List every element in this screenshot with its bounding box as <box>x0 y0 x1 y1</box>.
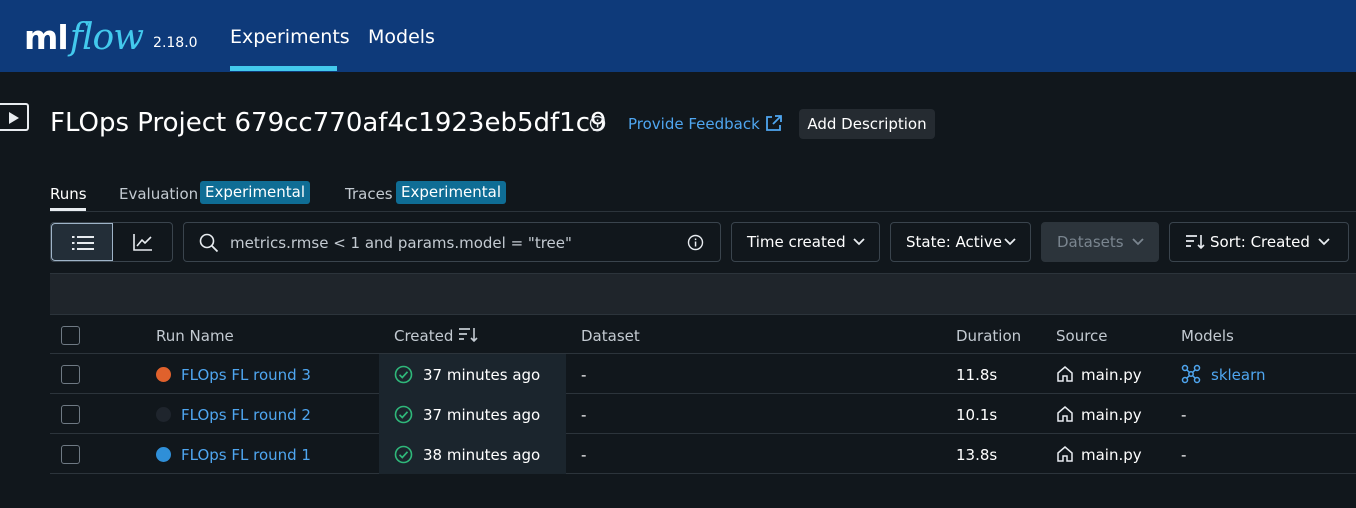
column-source[interactable]: Source <box>1056 327 1108 345</box>
model-link[interactable]: sklearn <box>1211 366 1266 384</box>
state-label: State: Active <box>906 233 1002 251</box>
tab-runs[interactable]: Runs <box>50 185 87 203</box>
model-icon <box>1181 364 1201 384</box>
dataset-value: - <box>581 366 587 384</box>
model-value: - <box>1181 446 1187 464</box>
table-row[interactable]: FLOps FL round 1 38 minutes ago - 13.8s … <box>50 434 1356 474</box>
sort-icon <box>1186 235 1205 250</box>
chevron-down-icon <box>1132 238 1144 246</box>
run-color-dot[interactable] <box>156 447 171 462</box>
row-checkbox[interactable] <box>61 405 80 424</box>
info-icon[interactable] <box>589 115 606 132</box>
column-models[interactable]: Models <box>1181 327 1234 345</box>
run-color-dot[interactable] <box>156 367 171 382</box>
column-duration[interactable]: Duration <box>956 327 1021 345</box>
datasets-label: Datasets <box>1057 233 1124 251</box>
duration-value: 13.8s <box>956 446 998 464</box>
tabs-divider <box>50 211 1356 212</box>
search-info-icon[interactable] <box>687 234 704 251</box>
home-icon <box>1057 366 1073 382</box>
top-nav-bar: ml flow 2.18.0 Experiments Models <box>0 0 1356 72</box>
check-circle-icon <box>394 405 413 424</box>
home-icon <box>1057 406 1073 422</box>
nav-models[interactable]: Models <box>368 26 435 48</box>
run-name-link[interactable]: FLOps FL round 2 <box>181 406 311 424</box>
chevron-down-icon <box>853 238 865 246</box>
line-chart-icon <box>133 234 152 251</box>
time-created-label: Time created <box>747 233 846 251</box>
nav-experiments[interactable]: Experiments <box>230 26 350 48</box>
model-value: - <box>1181 406 1187 424</box>
check-circle-icon <box>394 445 413 464</box>
dataset-value: - <box>581 406 587 424</box>
view-mode-toggle <box>50 222 173 262</box>
select-all-checkbox[interactable] <box>61 326 80 345</box>
logo-flow-text: flow <box>69 17 144 58</box>
list-icon <box>72 236 94 250</box>
row-checkbox[interactable] <box>61 445 80 464</box>
row-checkbox[interactable] <box>61 365 80 384</box>
chart-view-button[interactable] <box>113 223 172 261</box>
duration-value: 10.1s <box>956 406 998 424</box>
datasets-dropdown[interactable]: Datasets <box>1041 222 1159 262</box>
external-link-icon[interactable] <box>764 114 783 133</box>
duration-value: 11.8s <box>956 366 998 384</box>
traces-experimental-badge: Experimental <box>396 181 507 204</box>
run-color-dot[interactable] <box>156 407 171 422</box>
tab-evaluation[interactable]: Evaluation <box>119 185 198 203</box>
mlflow-logo[interactable]: ml flow 2.18.0 <box>24 6 198 66</box>
column-dataset[interactable]: Dataset <box>581 327 640 345</box>
table-row[interactable]: FLOps FL round 3 37 minutes ago - 11.8s … <box>50 354 1356 394</box>
sort-label: Sort: Created <box>1210 233 1310 251</box>
run-name-link[interactable]: FLOps FL round 1 <box>181 446 311 464</box>
home-icon <box>1057 446 1073 462</box>
created-time: 37 minutes ago <box>423 406 541 424</box>
column-run-name[interactable]: Run Name <box>156 327 234 345</box>
state-dropdown[interactable]: State: Active <box>890 222 1031 262</box>
source-value[interactable]: main.py <box>1081 406 1142 424</box>
source-value[interactable]: main.py <box>1081 446 1142 464</box>
nav-active-indicator <box>230 66 337 71</box>
table-header-row: Run Name Created Dataset Duration Source… <box>50 314 1356 354</box>
play-icon <box>9 112 19 124</box>
logo-ml-text: ml <box>24 18 69 57</box>
chevron-down-icon <box>1004 238 1016 246</box>
table-group-header <box>50 273 1356 314</box>
source-value[interactable]: main.py <box>1081 366 1142 384</box>
list-view-button[interactable] <box>51 223 113 261</box>
created-time: 37 minutes ago <box>423 366 541 384</box>
chevron-down-icon <box>1318 238 1330 246</box>
page-title: FLOps Project 679cc770af4c1923eb5df1c9 <box>50 108 607 138</box>
search-runs-input[interactable]: metrics.rmse < 1 and params.model = "tre… <box>183 222 721 262</box>
sort-dropdown[interactable]: Sort: Created <box>1169 222 1349 262</box>
tab-traces[interactable]: Traces <box>345 185 393 203</box>
created-time: 38 minutes ago <box>423 446 541 464</box>
run-name-link[interactable]: FLOps FL round 3 <box>181 366 311 384</box>
sort-descending-icon[interactable] <box>458 327 478 343</box>
search-icon <box>199 233 219 253</box>
check-circle-icon <box>394 365 413 384</box>
version-label: 2.18.0 <box>153 35 198 51</box>
sidebar-toggle-button[interactable] <box>0 103 29 131</box>
table-row[interactable]: FLOps FL round 2 37 minutes ago - 10.1s … <box>50 394 1356 434</box>
search-query-text: metrics.rmse < 1 and params.model = "tre… <box>230 234 572 252</box>
time-created-dropdown[interactable]: Time created <box>731 222 880 262</box>
add-description-button[interactable]: Add Description <box>799 109 935 139</box>
column-created[interactable]: Created <box>394 327 453 345</box>
evaluation-experimental-badge: Experimental <box>200 181 311 204</box>
dataset-value: - <box>581 446 587 464</box>
provide-feedback-link[interactable]: Provide Feedback <box>628 115 760 133</box>
